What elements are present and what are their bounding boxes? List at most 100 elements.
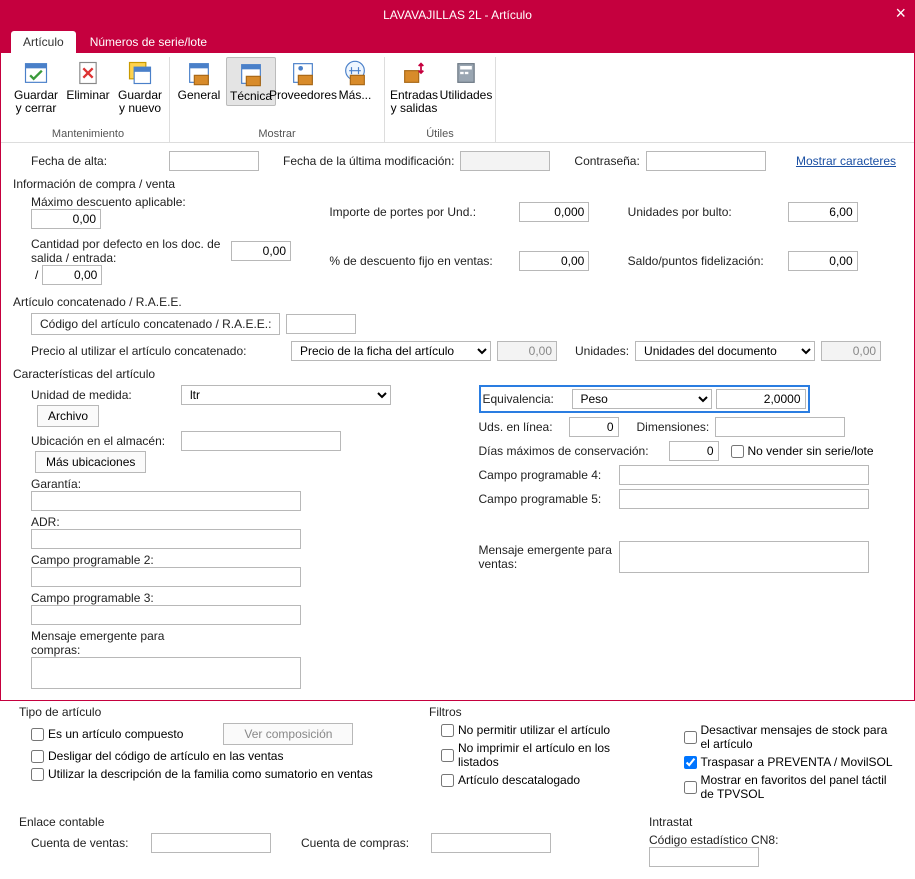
section-filtros: Filtros: [429, 705, 896, 719]
lbl-cp3: Campo programable 3:: [31, 591, 181, 605]
sel-unidades-concat[interactable]: Unidades del documento: [635, 341, 815, 361]
ribbon-group-mostrar: Mostrar: [258, 126, 295, 142]
lbl-msg-ventas: Mensaje emergente para ventas:: [479, 543, 619, 571]
lbl-cp4: Campo programable 4:: [479, 468, 619, 482]
lbl-unidades-concat: Unidades:: [575, 344, 629, 358]
link-mostrar-caracteres[interactable]: Mostrar caracteres: [796, 154, 896, 168]
inp-imp-portes[interactable]: [519, 202, 589, 222]
lbl-cuenta-ventas: Cuenta de ventas:: [31, 836, 151, 850]
inp-cant-def-ent[interactable]: [42, 265, 102, 285]
tab-series[interactable]: Números de serie/lote: [78, 31, 219, 53]
inp-cp4[interactable]: [619, 465, 869, 485]
btn-proveedores[interactable]: Proveedores: [278, 57, 328, 106]
inp-cuenta-ventas[interactable]: [151, 833, 271, 853]
lbl-saldo: Saldo/puntos fidelización:: [628, 254, 788, 268]
titlebar: LAVAVAJILLAS 2L - Artículo ×: [1, 1, 914, 29]
lbl-ud-medida: Unidad de medida:: [31, 388, 181, 402]
inp-codigo-concat[interactable]: [286, 314, 356, 334]
lbl-no-vender: No vender sin serie/lote: [748, 444, 874, 458]
btn-guardar-cerrar[interactable]: Guardar y cerrar: [11, 57, 61, 117]
inp-ubicacion[interactable]: [181, 431, 341, 451]
lbl-max-desc: Máximo descuento aplicable:: [31, 195, 231, 209]
lbl-uds-bulto: Unidades por bulto:: [628, 205, 788, 219]
btn-guardar-nuevo[interactable]: Guardar y nuevo: [115, 57, 165, 117]
chk-traspasar[interactable]: [684, 756, 697, 769]
btn-general[interactable]: General: [174, 57, 224, 106]
btn-entradas-salidas[interactable]: Entradas y salidas: [389, 57, 439, 117]
inp-dimensiones[interactable]: [715, 417, 845, 437]
lbl-cp2: Campo programable 2:: [31, 553, 181, 567]
close-icon[interactable]: ×: [895, 3, 906, 24]
lbl-dimensiones: Dimensiones:: [637, 420, 710, 434]
lbl-no-permitir: No permitir utilizar el artículo: [458, 723, 610, 737]
chk-desact-stock[interactable]: [684, 731, 697, 744]
ribbon-group-mant: Mantenimiento: [52, 126, 124, 142]
inp-precio-concat: [497, 341, 557, 361]
lbl-desact-stock: Desactivar mensajes de stock para el art…: [701, 723, 897, 751]
sel-equivalencia[interactable]: Peso: [572, 389, 712, 409]
tab-articulo[interactable]: Artículo: [11, 31, 76, 53]
lbl-ubicacion: Ubicación en el almacén:: [31, 434, 181, 448]
chk-no-imprimir[interactable]: [441, 749, 454, 762]
lbl-adr: ADR:: [31, 515, 181, 529]
inp-cp2[interactable]: [31, 567, 301, 587]
sel-precio-concat[interactable]: Precio de la ficha del artículo: [291, 341, 491, 361]
lbl-precio-concat: Precio al utilizar el artículo concatena…: [31, 344, 291, 358]
section-compra-venta: Información de compra / venta: [13, 177, 896, 191]
lbl-traspasar: Traspasar a PREVENTA / MovilSOL: [701, 755, 893, 769]
section-tipo: Tipo de artículo: [19, 705, 399, 719]
tab-bar: Artículo Números de serie/lote: [1, 29, 914, 53]
lbl-imp-portes: Importe de portes por Und.:: [329, 205, 519, 219]
inp-dias-max[interactable]: [669, 441, 719, 461]
inp-cuenta-compras[interactable]: [431, 833, 551, 853]
chk-compuesto[interactable]: [31, 728, 44, 741]
btn-mas-ubic[interactable]: Más ubicaciones: [35, 451, 146, 473]
inp-contrasena[interactable]: [646, 151, 766, 171]
inp-cant-def-sal[interactable]: [231, 241, 291, 261]
inp-uds-linea[interactable]: [569, 417, 619, 437]
chk-no-permitir[interactable]: [441, 724, 454, 737]
lbl-desligar: Desligar del código de artículo en las v…: [48, 749, 283, 763]
lbl-cant-def: Cantidad por defecto en los doc. de sali…: [31, 237, 231, 265]
chk-desc-familia[interactable]: [31, 768, 44, 781]
section-enlace: Enlace contable: [19, 815, 619, 829]
btn-utilidades[interactable]: Utilidades: [441, 57, 491, 117]
ribbon: Guardar y cerrar Eliminar Guardar y nuev…: [1, 53, 914, 143]
ta-msg-ventas[interactable]: [619, 541, 869, 573]
btn-archivo[interactable]: Archivo: [37, 405, 99, 427]
inp-garantia[interactable]: [31, 491, 301, 511]
inp-equivalencia[interactable]: [716, 389, 806, 409]
inp-pct-desc[interactable]: [519, 251, 589, 271]
btn-ver-comp[interactable]: Ver composición: [223, 723, 353, 745]
sel-ud-medida[interactable]: ltr: [181, 385, 391, 405]
ta-msg-compras[interactable]: [31, 657, 301, 689]
lbl-codigo-concat[interactable]: Código del artículo concatenado / R.A.E.…: [31, 313, 280, 335]
inp-cp3[interactable]: [31, 605, 301, 625]
lbl-sep: /: [31, 268, 42, 282]
lbl-cp5: Campo programable 5:: [479, 492, 619, 506]
section-intrastat: Intrastat: [649, 815, 896, 829]
lbl-dias-max: Días máximos de conservación:: [479, 444, 669, 458]
inp-cn8[interactable]: [649, 847, 759, 867]
lbl-uds-linea: Uds. en línea:: [479, 420, 569, 434]
lbl-msg-compras: Mensaje emergente para compras:: [31, 629, 181, 657]
inp-adr[interactable]: [31, 529, 301, 549]
window-title: LAVAVAJILLAS 2L - Artículo: [383, 8, 532, 22]
lbl-garantia: Garantía:: [31, 477, 181, 491]
btn-eliminar[interactable]: Eliminar: [63, 57, 113, 117]
chk-no-vender[interactable]: [731, 445, 744, 458]
section-caract: Características del artículo: [13, 367, 896, 381]
inp-max-desc[interactable]: [31, 209, 101, 229]
chk-favoritos[interactable]: [684, 781, 697, 794]
btn-mas[interactable]: Más...: [330, 57, 380, 106]
inp-uds-bulto[interactable]: [788, 202, 858, 222]
inp-fecha-mod: [460, 151, 550, 171]
lbl-pct-desc: % de descuento fijo en ventas:: [329, 254, 519, 268]
chk-descatalogado[interactable]: [441, 774, 454, 787]
chk-desligar[interactable]: [31, 750, 44, 763]
inp-cp5[interactable]: [619, 489, 869, 509]
lbl-descatalogado: Artículo descatalogado: [458, 773, 580, 787]
inp-saldo[interactable]: [788, 251, 858, 271]
section-concat: Artículo concatenado / R.A.E.E.: [13, 295, 896, 309]
inp-fecha-alta[interactable]: [169, 151, 259, 171]
